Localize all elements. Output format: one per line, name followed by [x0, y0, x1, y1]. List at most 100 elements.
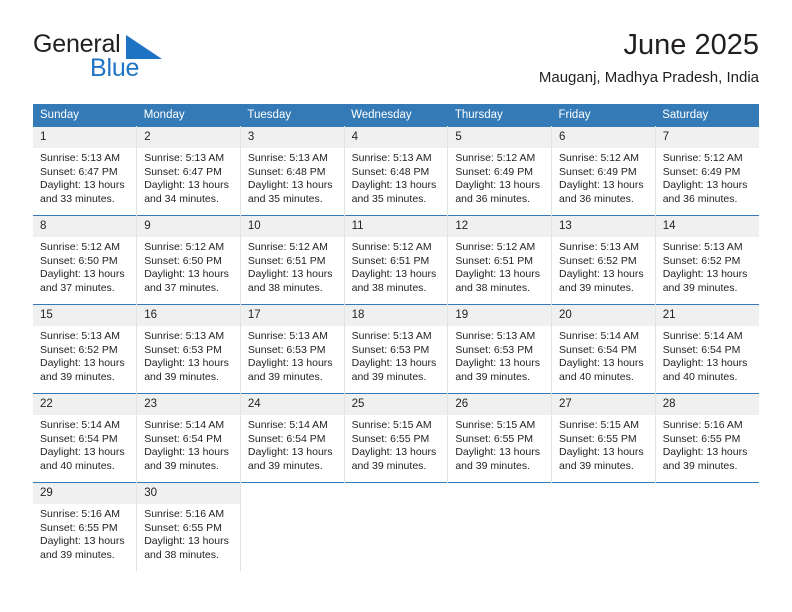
- day-number: 19: [448, 305, 552, 326]
- day-cell[interactable]: 27 Sunrise: 5:15 AM Sunset: 6:55 PM Dayl…: [551, 393, 656, 483]
- sunrise-text: Sunrise: 5:12 AM: [455, 241, 536, 253]
- daylight-text-line2: and 39 minutes.: [559, 281, 634, 294]
- daylight-text-line2: and 36 minutes.: [662, 192, 738, 205]
- day-cell[interactable]: 16 Sunrise: 5:13 AM Sunset: 6:53 PM Dayl…: [136, 304, 241, 394]
- daylight-text-line2: and 38 minutes.: [144, 548, 219, 561]
- day-cell[interactable]: 1 Sunrise: 5:13 AM Sunset: 6:47 PM Dayli…: [33, 126, 138, 216]
- day-cell[interactable]: 14 Sunrise: 5:13 AM Sunset: 6:52 PM Dayl…: [655, 215, 759, 305]
- daylight-text-line1: Daylight: 13 hours: [662, 179, 748, 191]
- sunrise-text: Sunrise: 5:12 AM: [144, 241, 225, 253]
- day-cell[interactable]: 19 Sunrise: 5:13 AM Sunset: 6:53 PM Dayl…: [447, 304, 553, 394]
- day-cell[interactable]: 12 Sunrise: 5:12 AM Sunset: 6:51 PM Dayl…: [447, 215, 553, 305]
- day-number: 21: [655, 305, 759, 326]
- day-cell[interactable]: 23 Sunrise: 5:14 AM Sunset: 6:54 PM Dayl…: [136, 393, 241, 483]
- sunset-text: Sunset: 6:54 PM: [559, 343, 637, 356]
- daylight-text-line1: Daylight: 13 hours: [351, 357, 437, 369]
- sunrise-text: Sunrise: 5:12 AM: [351, 241, 432, 253]
- day-number: 1: [33, 127, 137, 148]
- day-cell[interactable]: 17 Sunrise: 5:13 AM Sunset: 6:53 PM Dayl…: [240, 304, 345, 394]
- sunrise-text: Sunrise: 5:16 AM: [40, 508, 120, 520]
- sunset-text: Sunset: 6:54 PM: [40, 432, 118, 445]
- daylight-text-line1: Daylight: 13 hours: [144, 357, 229, 369]
- day-cell[interactable]: 5 Sunrise: 5:12 AM Sunset: 6:49 PM Dayli…: [447, 126, 553, 216]
- sunset-text: Sunset: 6:47 PM: [40, 165, 118, 178]
- sunrise-text: Sunrise: 5:13 AM: [351, 330, 432, 342]
- daylight-text-line2: and 36 minutes.: [559, 192, 634, 205]
- day-cell[interactable]: 3 Sunrise: 5:13 AM Sunset: 6:48 PM Dayli…: [240, 126, 345, 216]
- daylight-text-line2: and 39 minutes.: [351, 370, 427, 383]
- day-info: Sunrise: 5:13 AM Sunset: 6:52 PM Dayligh…: [656, 237, 759, 295]
- day-cell[interactable]: 29 Sunrise: 5:16 AM Sunset: 6:55 PM Dayl…: [33, 482, 138, 571]
- day-cell[interactable]: 11 Sunrise: 5:12 AM Sunset: 6:51 PM Dayl…: [344, 215, 449, 305]
- day-number: 28: [655, 394, 759, 415]
- day-cell[interactable]: 9 Sunrise: 5:12 AM Sunset: 6:50 PM Dayli…: [136, 215, 241, 305]
- day-cell[interactable]: 30 Sunrise: 5:16 AM Sunset: 6:55 PM Dayl…: [136, 482, 241, 571]
- sunrise-text: Sunrise: 5:13 AM: [351, 152, 432, 164]
- sunrise-text: Sunrise: 5:13 AM: [40, 330, 120, 342]
- daylight-text-line2: and 40 minutes.: [662, 370, 738, 383]
- day-number: [448, 483, 552, 504]
- sunset-text: Sunset: 6:53 PM: [144, 343, 222, 356]
- daylight-text-line1: Daylight: 13 hours: [559, 446, 644, 458]
- daylight-text-line1: Daylight: 13 hours: [40, 357, 125, 369]
- sunrise-text: Sunrise: 5:13 AM: [455, 330, 536, 342]
- sunrise-text: Sunrise: 5:12 AM: [559, 152, 639, 164]
- day-cell[interactable]: 2 Sunrise: 5:13 AM Sunset: 6:47 PM Dayli…: [136, 126, 241, 216]
- daylight-text-line2: and 39 minutes.: [662, 281, 738, 294]
- day-number: 24: [240, 394, 344, 415]
- day-number: 8: [33, 216, 137, 237]
- day-number: 23: [137, 394, 240, 415]
- daylight-text-line2: and 39 minutes.: [144, 459, 219, 472]
- day-cell[interactable]: 4 Sunrise: 5:13 AM Sunset: 6:48 PM Dayli…: [344, 126, 449, 216]
- daylight-text-line2: and 36 minutes.: [455, 192, 531, 205]
- day-number: [655, 483, 759, 504]
- daylight-text-line1: Daylight: 13 hours: [351, 268, 437, 280]
- week-row: 22 Sunrise: 5:14 AM Sunset: 6:54 PM Dayl…: [33, 393, 759, 483]
- daylight-text-line1: Daylight: 13 hours: [247, 446, 333, 458]
- sunset-text: Sunset: 6:54 PM: [662, 343, 741, 356]
- daylight-text-line2: and 40 minutes.: [559, 370, 634, 383]
- day-cell[interactable]: 15 Sunrise: 5:13 AM Sunset: 6:52 PM Dayl…: [33, 304, 138, 394]
- sunset-text: Sunset: 6:50 PM: [40, 254, 118, 267]
- daylight-text-line2: and 33 minutes.: [40, 192, 115, 205]
- day-cell[interactable]: 8 Sunrise: 5:12 AM Sunset: 6:50 PM Dayli…: [33, 215, 138, 305]
- daylight-text-line2: and 39 minutes.: [40, 370, 115, 383]
- day-info: Sunrise: 5:15 AM Sunset: 6:55 PM Dayligh…: [345, 415, 448, 473]
- general-blue-logo[interactable]: General Blue: [33, 28, 233, 88]
- day-cell[interactable]: 26 Sunrise: 5:15 AM Sunset: 6:55 PM Dayl…: [447, 393, 553, 483]
- daylight-text-line1: Daylight: 13 hours: [247, 357, 333, 369]
- day-cell[interactable]: 10 Sunrise: 5:12 AM Sunset: 6:51 PM Dayl…: [240, 215, 345, 305]
- week-row: 29 Sunrise: 5:16 AM Sunset: 6:55 PM Dayl…: [33, 482, 759, 571]
- daylight-text-line2: and 39 minutes.: [351, 459, 427, 472]
- day-cell[interactable]: 24 Sunrise: 5:14 AM Sunset: 6:54 PM Dayl…: [240, 393, 345, 483]
- day-cell[interactable]: 25 Sunrise: 5:15 AM Sunset: 6:55 PM Dayl…: [344, 393, 449, 483]
- day-cell[interactable]: 18 Sunrise: 5:13 AM Sunset: 6:53 PM Dayl…: [344, 304, 449, 394]
- sunrise-text: Sunrise: 5:13 AM: [247, 330, 328, 342]
- day-cell[interactable]: 21 Sunrise: 5:14 AM Sunset: 6:54 PM Dayl…: [655, 304, 759, 394]
- day-info: Sunrise: 5:13 AM Sunset: 6:48 PM Dayligh…: [241, 148, 344, 206]
- day-cell[interactable]: 7 Sunrise: 5:12 AM Sunset: 6:49 PM Dayli…: [655, 126, 759, 216]
- sunrise-text: Sunrise: 5:16 AM: [144, 508, 225, 520]
- day-info: Sunrise: 5:16 AM Sunset: 6:55 PM Dayligh…: [137, 504, 240, 562]
- calendar-body: 1 Sunrise: 5:13 AM Sunset: 6:47 PM Dayli…: [33, 126, 759, 571]
- day-number: 22: [33, 394, 137, 415]
- day-cell[interactable]: 6 Sunrise: 5:12 AM Sunset: 6:49 PM Dayli…: [551, 126, 656, 216]
- daylight-text-line2: and 35 minutes.: [351, 192, 427, 205]
- daylight-text-line1: Daylight: 13 hours: [662, 446, 748, 458]
- day-info: Sunrise: 5:12 AM Sunset: 6:49 PM Dayligh…: [552, 148, 655, 206]
- day-cell[interactable]: 20 Sunrise: 5:14 AM Sunset: 6:54 PM Dayl…: [551, 304, 656, 394]
- day-info: Sunrise: 5:13 AM Sunset: 6:48 PM Dayligh…: [345, 148, 448, 206]
- day-number: 12: [448, 216, 552, 237]
- day-info: Sunrise: 5:12 AM Sunset: 6:49 PM Dayligh…: [656, 148, 759, 206]
- day-cell[interactable]: 13 Sunrise: 5:13 AM Sunset: 6:52 PM Dayl…: [551, 215, 656, 305]
- sunset-text: Sunset: 6:53 PM: [455, 343, 533, 356]
- day-info: Sunrise: 5:13 AM Sunset: 6:52 PM Dayligh…: [33, 326, 136, 384]
- day-number: 20: [552, 305, 655, 326]
- sunset-text: Sunset: 6:54 PM: [247, 432, 326, 445]
- daylight-text-line2: and 39 minutes.: [247, 370, 323, 383]
- day-cell[interactable]: 22 Sunrise: 5:14 AM Sunset: 6:54 PM Dayl…: [33, 393, 138, 483]
- sunset-text: Sunset: 6:51 PM: [351, 254, 430, 267]
- day-cell[interactable]: 28 Sunrise: 5:16 AM Sunset: 6:55 PM Dayl…: [655, 393, 759, 483]
- daylight-text-line1: Daylight: 13 hours: [662, 268, 748, 280]
- sunset-text: Sunset: 6:54 PM: [144, 432, 222, 445]
